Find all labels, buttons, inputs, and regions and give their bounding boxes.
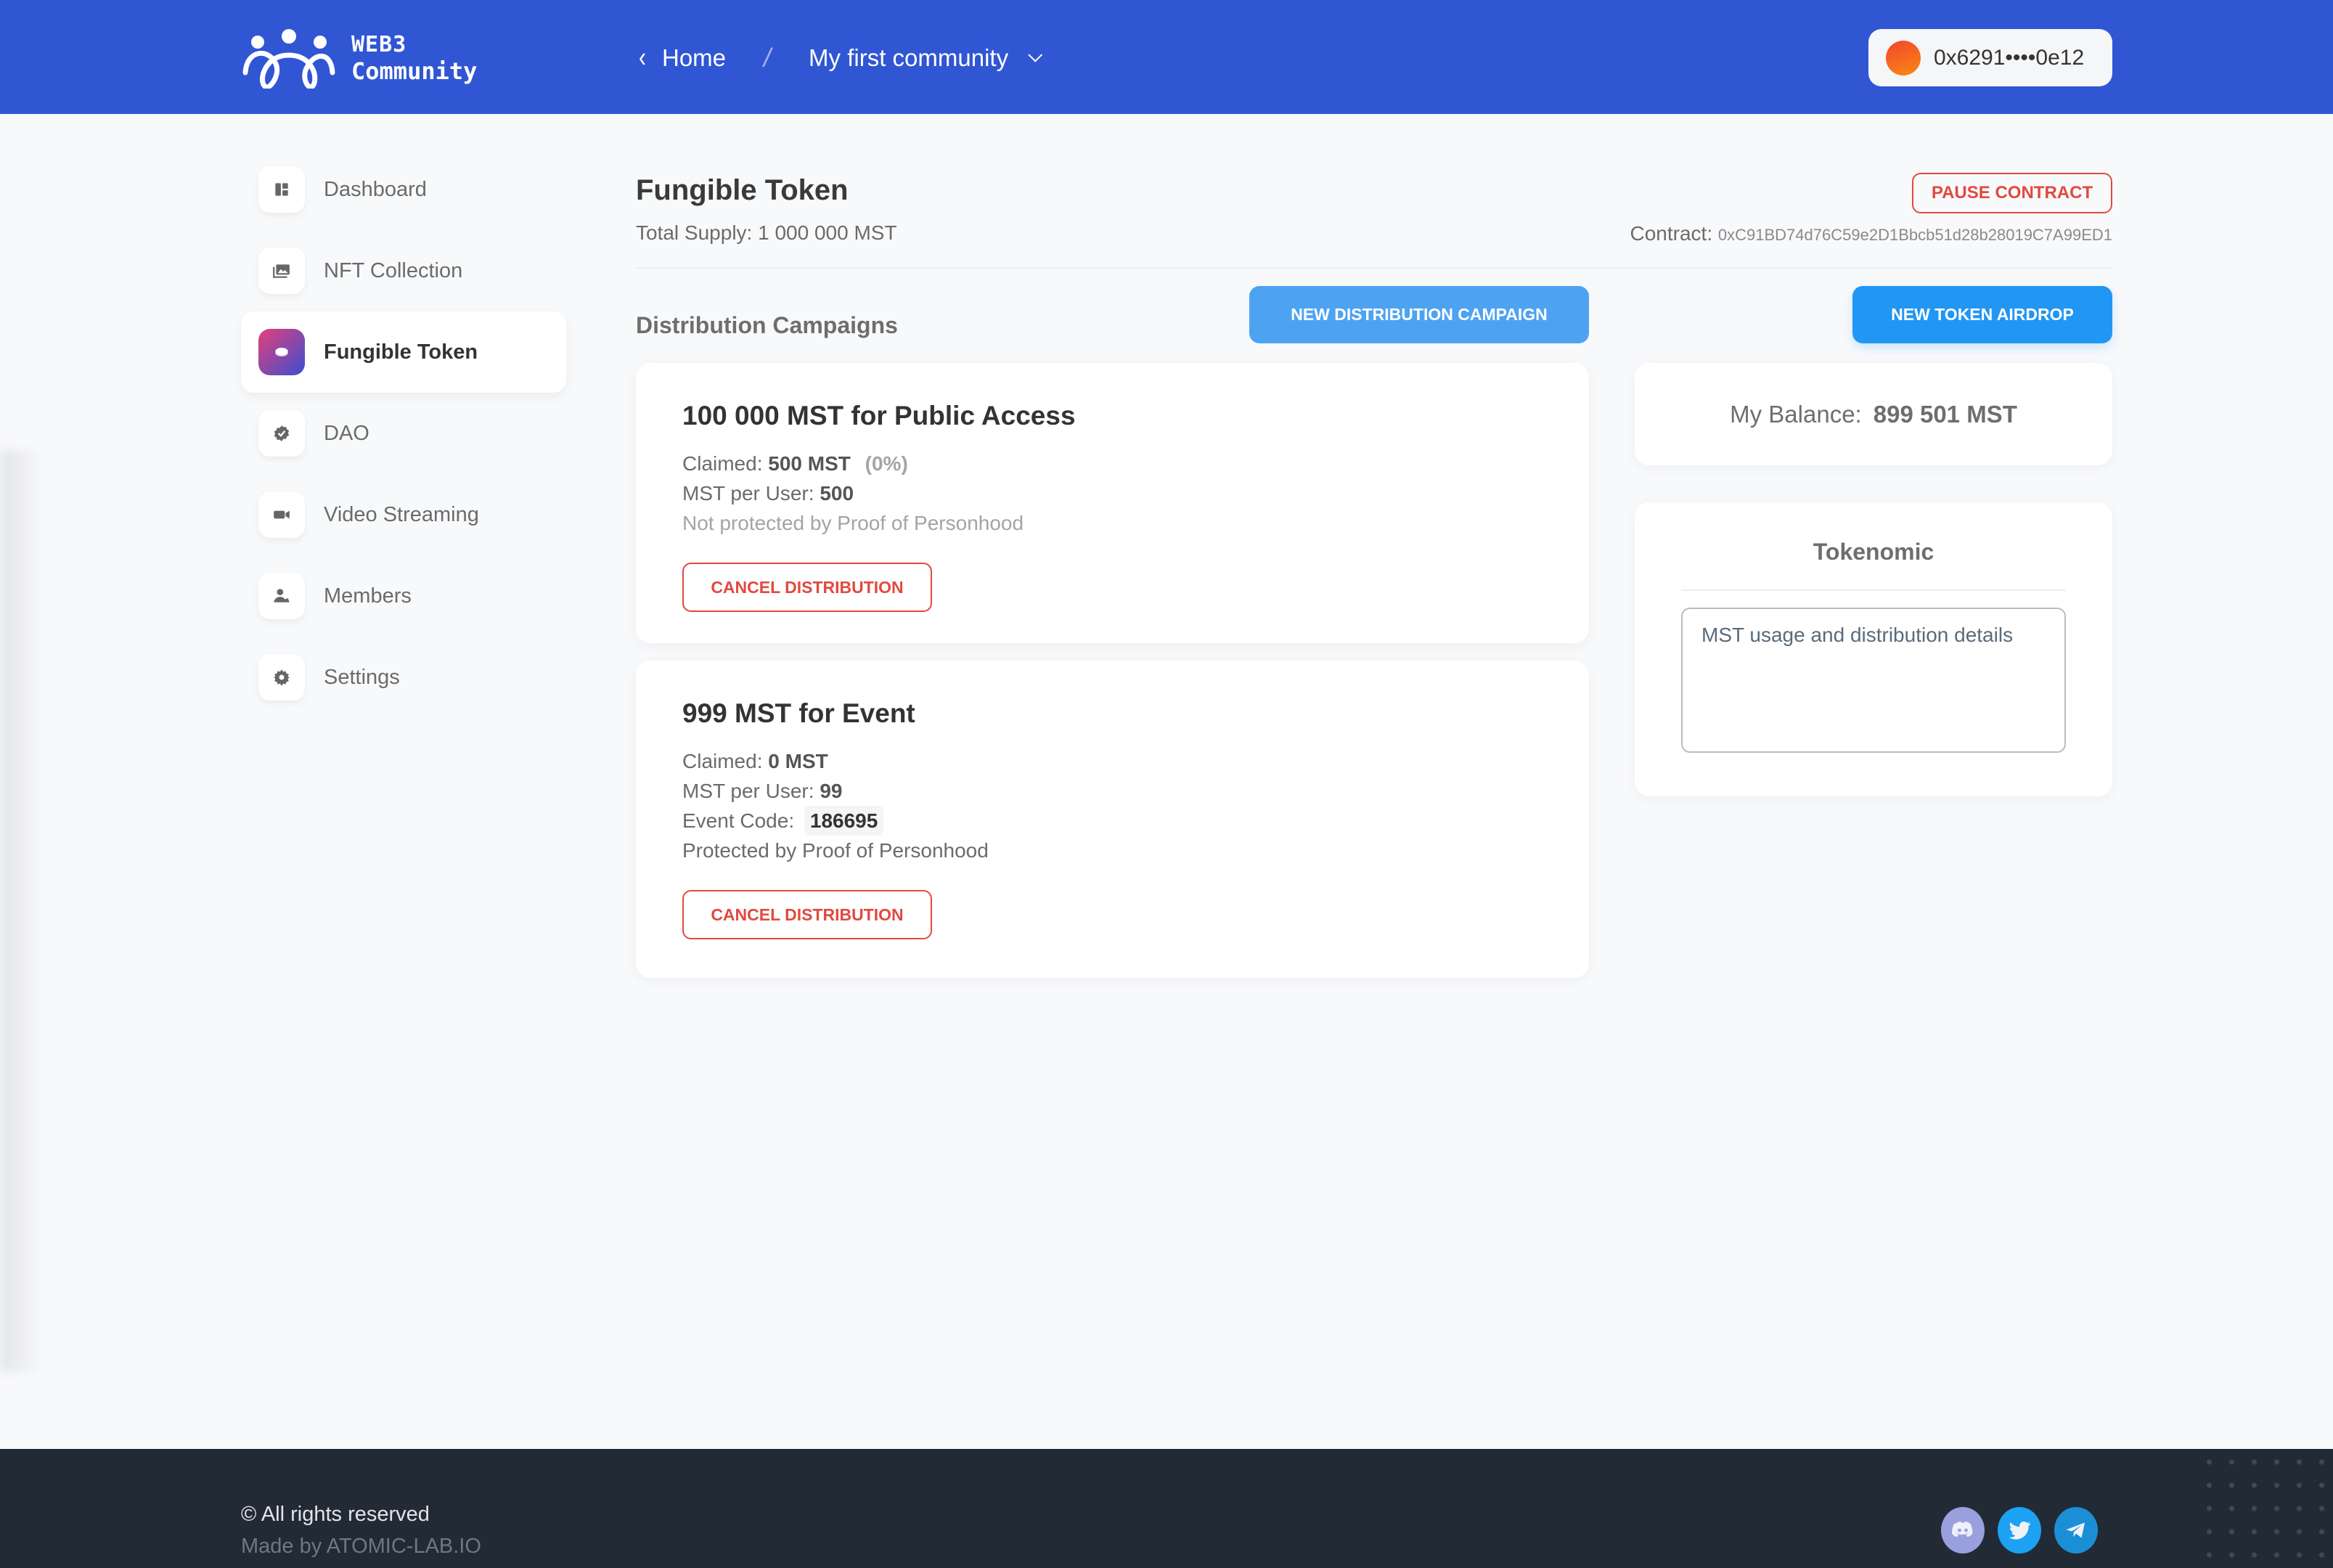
campaign-title: 999 MST for Event <box>682 698 915 728</box>
claimed-percent: (0%) <box>865 452 908 475</box>
breadcrumb: ‹ Home / My first community <box>639 38 1043 78</box>
campaign-per-user: MST per User: 99 <box>682 776 1543 806</box>
sidebar-item-label: Fungible Token <box>324 340 478 364</box>
wallet-address: 0x6291••••0e12 <box>1934 45 2085 70</box>
claimed-label: Claimed: <box>682 750 763 772</box>
contract-address[interactable]: 0xC91BD74d76C59e2D1Bbcb51d28b28019C7A99E… <box>1718 226 2112 244</box>
logo-text: WEB3 Community <box>351 32 477 84</box>
telegram-icon <box>2066 1522 2085 1538</box>
sidebar-item-label: NFT Collection <box>324 258 463 282</box>
cancel-distribution-button[interactable]: CANCEL DISTRIBUTION <box>682 890 932 939</box>
tokenomic-divider <box>1681 589 2066 591</box>
protection-status: Protected by Proof of Personhood <box>682 839 989 862</box>
twitter-link[interactable] <box>1998 1507 2041 1553</box>
sidebar-item-members[interactable]: Members <box>241 555 566 637</box>
campaign-claimed: Claimed: 0 MST <box>682 746 1543 776</box>
per-user-value: 99 <box>820 780 843 802</box>
community-name: My first community <box>809 44 1009 71</box>
sidebar-item-label: Settings <box>324 665 400 689</box>
event-code-label: Event Code: <box>682 809 795 832</box>
new-token-airdrop-button[interactable]: NEW TOKEN AIRDROP <box>1852 286 2112 343</box>
people-logo-icon <box>242 29 335 89</box>
video-camera-icon <box>258 491 305 538</box>
new-distribution-campaign-button[interactable]: NEW DISTRIBUTION CAMPAIGN <box>1249 286 1589 343</box>
campaign-card: 100 000 MST for Public Access Claimed: 5… <box>636 363 1589 643</box>
balance-value: 899 501 MST <box>1873 400 2017 428</box>
dashboard-icon <box>258 166 305 213</box>
telegram-link[interactable] <box>2054 1507 2098 1553</box>
top-header: WEB3 Community ‹ Home / My first communi… <box>0 0 2333 114</box>
sidebar-item-label: Dashboard <box>324 177 427 201</box>
sidebar-item-video-streaming[interactable]: Video Streaming <box>241 474 566 555</box>
sidebar: Dashboard NFT Collection Fungible Token … <box>241 149 566 718</box>
discord-link[interactable] <box>1941 1507 1985 1553</box>
discord-icon <box>1952 1522 1973 1537</box>
claimed-label: Claimed: <box>682 452 763 475</box>
sidebar-item-label: Members <box>324 584 412 608</box>
logo[interactable]: WEB3 Community <box>240 28 477 89</box>
event-code-value[interactable]: 186695 <box>804 806 884 836</box>
tokenomic-title: Tokenomic <box>1813 539 1934 565</box>
gear-icon <box>258 654 305 701</box>
sidebar-item-label: Video Streaming <box>324 502 479 526</box>
sidebar-item-nft-collection[interactable]: NFT Collection <box>241 230 566 311</box>
pause-contract-button[interactable]: PAUSE CONTRACT <box>1912 173 2112 213</box>
campaign-event-code: Event Code: 186695 <box>682 806 1543 836</box>
sidebar-item-dashboard[interactable]: Dashboard <box>241 149 566 230</box>
logo-line2: Community <box>351 57 478 85</box>
breadcrumb-separator: / <box>764 43 772 73</box>
image-collection-icon <box>258 248 305 294</box>
campaign-card: 999 MST for Event Claimed: 0 MST MST per… <box>636 661 1589 978</box>
tokenomic-card: Tokenomic MST usage and distribution det… <box>1635 502 2112 796</box>
logo-line1: WEB3 <box>351 32 407 57</box>
twitter-icon <box>2009 1521 2031 1540</box>
balance-card: My Balance: 899 501 MST <box>1635 363 2112 465</box>
claimed-value: 500 MST <box>768 452 851 475</box>
chevron-left-icon: ‹ <box>639 41 646 73</box>
header-divider <box>636 267 2112 269</box>
tokenomic-textarea[interactable]: MST usage and distribution details <box>1681 608 2066 753</box>
wallet-button[interactable]: 0x6291••••0e12 <box>1868 29 2112 86</box>
per-user-label: MST per User: <box>682 780 814 802</box>
contract-label: Contract: <box>1630 222 1713 245</box>
contract-info: Contract: 0xC91BD74d76C59e2D1Bbcb51d28b2… <box>1630 222 2112 245</box>
wallet-avatar <box>1886 40 1921 75</box>
section-title: Distribution Campaigns <box>636 312 898 338</box>
community-selector[interactable]: My first community <box>809 44 1043 72</box>
breadcrumb-home-label: Home <box>662 44 727 71</box>
campaign-claimed: Claimed: 500 MST (0%) <box>682 449 1543 478</box>
per-user-value: 500 <box>820 482 854 505</box>
social-links <box>1941 1507 2111 1553</box>
breadcrumb-home-link[interactable]: ‹ Home <box>639 41 727 73</box>
made-by-link[interactable]: Made by ATOMIC-LAB.IO <box>241 1535 481 1559</box>
per-user-label: MST per User: <box>682 482 814 505</box>
verified-badge-icon <box>258 410 305 457</box>
dot-pattern-decoration <box>2195 1449 2333 1568</box>
members-icon <box>258 573 305 619</box>
page-edge-shadow <box>0 450 44 1372</box>
protection-status: Not protected by Proof of Personhood <box>682 512 1024 534</box>
coin-icon <box>258 329 305 375</box>
page-title: Fungible Token <box>636 174 849 206</box>
sidebar-item-settings[interactable]: Settings <box>241 637 566 718</box>
cancel-distribution-button[interactable]: CANCEL DISTRIBUTION <box>682 563 932 612</box>
sidebar-item-label: DAO <box>324 421 369 445</box>
copyright-text: © All rights reserved <box>241 1503 430 1526</box>
footer: © All rights reserved Made by ATOMIC-LAB… <box>0 1449 2333 1568</box>
campaign-title: 100 000 MST for Public Access <box>682 401 1076 430</box>
campaign-per-user: MST per User: 500 <box>682 478 1543 508</box>
claimed-value: 0 MST <box>768 750 828 772</box>
total-supply: Total Supply: 1 000 000 MST <box>636 221 897 244</box>
chevron-down-icon <box>1028 47 1043 62</box>
balance-label: My Balance: <box>1730 400 1862 428</box>
sidebar-item-fungible-token[interactable]: Fungible Token <box>241 311 566 393</box>
sidebar-item-dao[interactable]: DAO <box>241 393 566 474</box>
